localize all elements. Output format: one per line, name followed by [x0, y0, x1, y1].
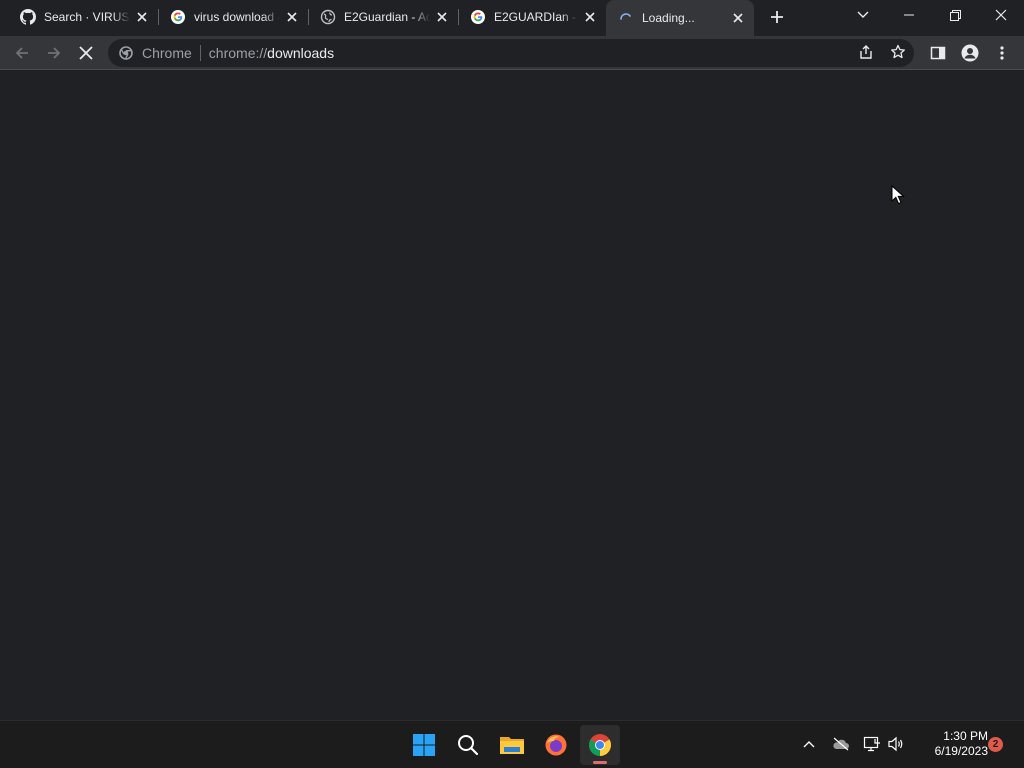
firefox-icon [545, 734, 567, 756]
star-icon [891, 44, 905, 59]
github-icon [20, 9, 36, 25]
show-hidden-icons-button[interactable] [798, 733, 820, 755]
search-icon [458, 735, 479, 756]
chrome-icon [589, 734, 611, 756]
tab-e2guardian[interactable]: E2Guardian - Advanced [308, 0, 458, 34]
chrome-logo-icon [118, 45, 134, 61]
close-tab-icon[interactable] [582, 9, 598, 25]
tab-strip: Search · VIRUS · GitHub virus download -… [0, 0, 1024, 36]
tab-loading-active[interactable]: Loading... [606, 0, 754, 36]
close-window-button[interactable] [978, 0, 1024, 30]
menu-button[interactable] [990, 41, 1014, 65]
minimize-button[interactable] [886, 0, 932, 30]
new-tab-button[interactable] [765, 6, 789, 28]
tab-title: Loading... [642, 11, 695, 25]
tab-title: E2GUARDIan - Google Search [494, 10, 578, 24]
tab-title: E2Guardian - Advanced [344, 10, 430, 24]
file-explorer-button[interactable] [492, 725, 532, 765]
notification-badge[interactable]: 2 [988, 737, 1003, 752]
side-panel-button[interactable] [926, 41, 950, 65]
profile-button[interactable] [958, 41, 982, 65]
globe-icon [320, 9, 336, 25]
arrow-left-icon [15, 47, 28, 59]
file-explorer-icon [500, 737, 524, 754]
share-icon [860, 45, 872, 59]
google-icon [470, 9, 486, 25]
restore-button[interactable] [932, 0, 978, 30]
tab-title: Search · VIRUS · GitHub [44, 10, 130, 24]
tab-google-e2guardian[interactable]: E2GUARDIan - Google Search [458, 0, 606, 34]
arrow-right-icon [48, 47, 61, 59]
firefox-button[interactable] [536, 725, 576, 765]
tab-title: virus download - Google Search [194, 10, 280, 24]
volume-icon [888, 736, 903, 752]
tab-google-virus-download[interactable]: virus download - Google Search [158, 0, 308, 34]
start-icon [413, 734, 435, 756]
plus-icon [771, 11, 783, 23]
profile-icon [961, 44, 979, 62]
taskbar-clock[interactable]: 1:30 PM 6/19/2023 [912, 729, 988, 759]
chevron-down-icon [857, 11, 869, 18]
forward-button[interactable] [41, 40, 67, 66]
clock-date: 6/19/2023 [934, 744, 988, 758]
browser-toolbar: Chrome chrome:// downloads [0, 36, 1024, 70]
close-tab-icon[interactable] [730, 10, 746, 26]
back-button[interactable] [9, 40, 35, 66]
onedrive-tray-button[interactable] [830, 733, 852, 755]
stop-loading-button[interactable] [73, 40, 99, 66]
mouse-cursor-icon [891, 185, 905, 205]
url-scheme: chrome:// [208, 45, 268, 61]
close-tab-icon[interactable] [134, 9, 150, 25]
close-icon [995, 9, 1007, 21]
side-panel-icon [930, 46, 946, 60]
windows-taskbar: 1:30 PM 6/19/2023 2 [0, 720, 1024, 768]
active-app-indicator [593, 761, 607, 764]
close-icon [79, 46, 93, 60]
bookmark-button[interactable] [887, 41, 909, 63]
start-button[interactable] [404, 725, 444, 765]
network-icon [863, 736, 880, 752]
more-vertical-icon [1000, 46, 1004, 60]
cloud-offline-icon [833, 737, 849, 751]
page-content [0, 71, 1024, 720]
omnibox-divider [199, 45, 201, 61]
tab-search-button[interactable] [852, 5, 874, 25]
close-tab-icon[interactable] [284, 9, 300, 25]
tab-github-search[interactable]: Search · VIRUS · GitHub [8, 0, 158, 34]
chevron-up-icon [803, 741, 815, 748]
share-button[interactable] [855, 41, 877, 63]
address-bar[interactable]: Chrome chrome:// downloads [108, 39, 914, 67]
volume-tray-button[interactable] [885, 733, 907, 755]
clock-time: 1:30 PM [943, 729, 988, 743]
taskbar-search-button[interactable] [448, 725, 488, 765]
url-host: downloads [267, 45, 335, 61]
google-icon [170, 9, 186, 25]
minimize-icon [904, 14, 914, 16]
restore-icon [949, 9, 961, 21]
chrome-taskbar-button[interactable] [580, 725, 620, 765]
network-tray-button[interactable] [861, 733, 883, 755]
loading-spinner-icon [618, 10, 634, 26]
close-tab-icon[interactable] [434, 9, 450, 25]
omnibox-chip-label: Chrome [142, 45, 192, 61]
